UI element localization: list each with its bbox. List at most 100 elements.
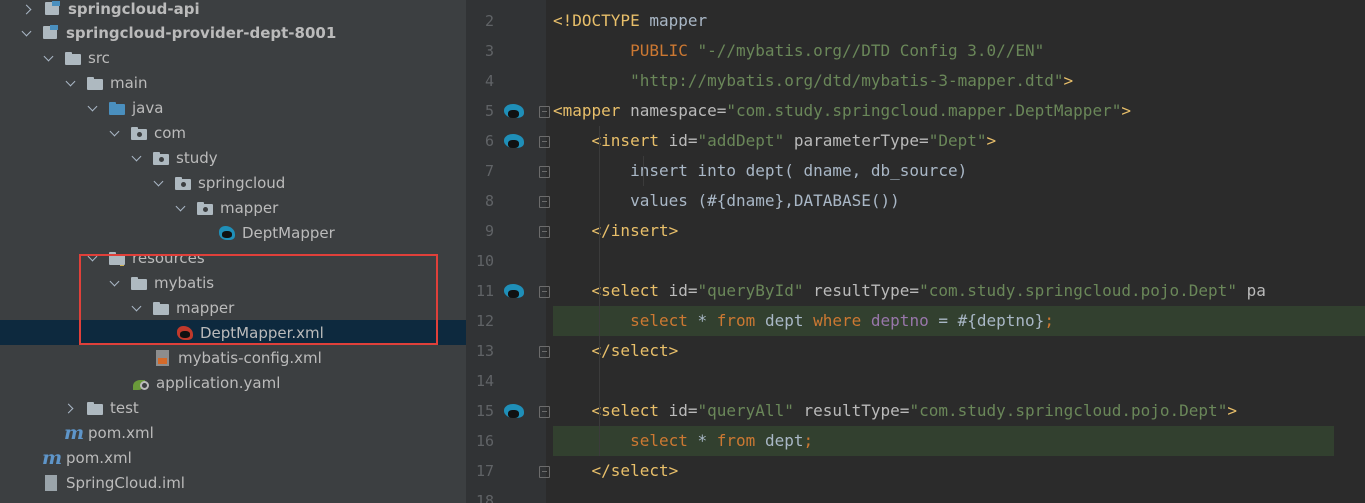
code-line: select * from dept where deptno = #{dept… xyxy=(553,306,1054,336)
tree-item-src[interactable]: src xyxy=(0,45,466,70)
code-token: deptno xyxy=(870,311,939,330)
code-token: PUBLIC xyxy=(630,41,698,60)
code-line: <select id="queryAll" resultType="com.st… xyxy=(553,396,1237,426)
fold-marker-icon[interactable] xyxy=(539,106,550,118)
chevron-down-icon[interactable] xyxy=(152,176,166,190)
chevron-right-icon[interactable] xyxy=(64,401,78,415)
code-token: "com.study.springcloud.pojo.Dept" xyxy=(909,401,1228,420)
code-token: <select xyxy=(591,281,669,300)
line-number: 8 xyxy=(484,192,494,210)
tree-item-label: mybatis-config.xml xyxy=(178,348,322,367)
code-line: PUBLIC "-//mybatis.org//DTD Config 3.0//… xyxy=(553,36,1044,66)
code-token: "com.study.springcloud.mapper.DeptMapper… xyxy=(726,101,1122,120)
chevron-down-icon[interactable] xyxy=(64,76,78,90)
mybatis-navigate-icon[interactable] xyxy=(503,281,525,301)
tree-item-label: com xyxy=(154,123,187,142)
tree-item-provider-dept-8001[interactable]: springcloud-provider-dept-8001 xyxy=(0,20,466,45)
tree-item-pom-module[interactable]: m pom.xml xyxy=(0,420,466,445)
fold-marker-icon[interactable] xyxy=(539,226,550,238)
tree-item-pom-root[interactable]: m pom.xml xyxy=(0,445,466,470)
code-token: resultType= xyxy=(813,281,920,300)
code-line: "http://mybatis.org/dtd/mybatis-3-mapper… xyxy=(553,66,1073,96)
code-token: = #{deptno} xyxy=(938,311,1045,330)
tree-item-deptmapper[interactable]: DeptMapper xyxy=(0,220,466,245)
tree-item-label: mapper xyxy=(220,198,279,217)
code-token: select xyxy=(630,431,698,450)
source-folder-icon xyxy=(108,100,126,116)
code-token: "http://mybatis.org/dtd/mybatis-3-mapper… xyxy=(630,71,1064,90)
code-token: namespace= xyxy=(630,101,727,120)
code-token: "-//mybatis.org//DTD Config 3.0//EN" xyxy=(697,41,1045,60)
fold-marker-icon[interactable] xyxy=(539,406,550,418)
code-token: select xyxy=(630,311,698,330)
tree-item-main[interactable]: main xyxy=(0,70,466,95)
tree-item-label: DeptMapper xyxy=(242,223,335,242)
package-icon xyxy=(130,125,148,141)
fold-marker-icon[interactable] xyxy=(539,346,550,358)
mybatis-navigate-icon[interactable] xyxy=(503,131,525,151)
code-token: <!DOCTYPE xyxy=(553,11,650,30)
mybatis-bird-icon xyxy=(218,225,236,241)
tree-item-mapper-package[interactable]: mapper xyxy=(0,195,466,220)
tree-item-label: application.yaml xyxy=(156,373,281,392)
code-token: ; xyxy=(1044,311,1054,330)
tree-item-springcloud-api[interactable]: springcloud-api xyxy=(0,0,466,21)
line-number: 11 xyxy=(475,282,494,300)
iml-file-icon xyxy=(42,474,60,491)
spring-config-icon xyxy=(132,375,150,391)
code-token: dept xyxy=(764,431,804,450)
tree-item-springcloud[interactable]: springcloud xyxy=(0,170,466,195)
code-token: <select xyxy=(591,401,669,420)
line-number: 9 xyxy=(484,222,494,240)
tree-item-java[interactable]: java xyxy=(0,95,466,120)
line-number: 12 xyxy=(475,312,494,330)
tree-item-application-yaml[interactable]: application.yaml xyxy=(0,370,466,395)
chevron-down-icon[interactable] xyxy=(130,151,144,165)
package-icon xyxy=(174,175,192,191)
chevron-down-icon[interactable] xyxy=(20,26,34,40)
code-line: <insert id="addDept" parameterType="Dept… xyxy=(553,126,997,156)
chevron-right-icon[interactable] xyxy=(22,2,36,16)
code-token: "com.study.springcloud.pojo.Dept" xyxy=(919,281,1247,300)
module-icon xyxy=(42,24,60,41)
chevron-down-icon[interactable] xyxy=(174,201,188,215)
tree-item-label: springcloud-provider-dept-8001 xyxy=(66,23,337,42)
line-number: 16 xyxy=(475,432,494,450)
folder-icon xyxy=(86,75,104,91)
tree-item-mybatis-config[interactable]: mybatis-config.xml xyxy=(0,345,466,370)
fold-marker-icon[interactable] xyxy=(539,136,550,148)
tree-item-springcloud-iml[interactable]: SpringCloud.iml xyxy=(0,470,466,495)
code-token: > xyxy=(1063,71,1074,90)
code-line: values (#{dname},DATABASE()) xyxy=(553,186,900,216)
code-token: "queryAll" xyxy=(697,401,804,420)
fold-marker-icon[interactable] xyxy=(539,196,550,208)
chevron-down-icon[interactable] xyxy=(86,101,100,115)
tree-item-label: test xyxy=(110,398,139,417)
tree-item-test[interactable]: test xyxy=(0,395,466,420)
tree-item-study[interactable]: study xyxy=(0,145,466,170)
code-line: </select> xyxy=(553,456,679,486)
line-number: 18 xyxy=(475,492,494,503)
line-number: 6 xyxy=(484,132,494,150)
code-token: ; xyxy=(803,431,814,450)
code-line: </insert> xyxy=(553,216,679,246)
tree-item-label: study xyxy=(176,148,218,167)
code-token: id= xyxy=(668,131,698,150)
chevron-down-icon[interactable] xyxy=(42,51,56,65)
tree-item-label: pom.xml xyxy=(88,423,154,442)
tree-item-label: src xyxy=(88,48,110,67)
mybatis-navigate-icon[interactable] xyxy=(503,101,525,121)
fold-marker-icon[interactable] xyxy=(539,166,550,178)
code-token: mapper xyxy=(649,11,708,30)
mybatis-navigate-icon[interactable] xyxy=(503,401,525,421)
fold-marker-icon[interactable] xyxy=(539,466,550,478)
chevron-down-icon[interactable] xyxy=(108,126,122,140)
code-token: "queryById" xyxy=(697,281,814,300)
package-icon xyxy=(152,150,170,166)
line-number: 2 xyxy=(484,12,494,30)
fold-marker-icon[interactable] xyxy=(539,286,550,298)
tree-item-com[interactable]: com xyxy=(0,120,466,145)
